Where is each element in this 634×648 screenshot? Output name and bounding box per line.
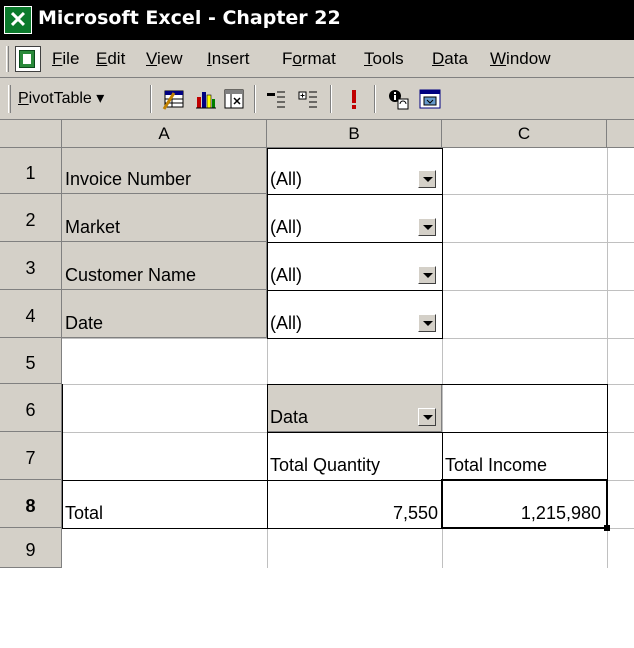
menu-window[interactable]: Window [490, 49, 550, 69]
menu-data[interactable]: Data [432, 49, 468, 69]
pivottable-menu-button[interactable]: PivotTable ▾ [18, 88, 104, 108]
menu-bar: File Edit View Insert Format Tools Data … [0, 40, 634, 78]
dropdown-arrow-icon[interactable] [418, 170, 436, 188]
toolbar-separator [330, 85, 332, 113]
column-header-c[interactable]: C [442, 120, 607, 148]
data-field-label: Data [270, 407, 309, 427]
page-field-value[interactable]: (All) [267, 194, 417, 242]
format-report-icon[interactable] [162, 87, 186, 111]
page-field-label: Customer Name [65, 265, 197, 285]
toolbar-separator [374, 85, 376, 113]
pivottable-toolbar: PivotTable ▾ [0, 78, 634, 120]
row-header-1[interactable]: 1 [0, 148, 62, 194]
column-header-d[interactable] [607, 120, 634, 148]
excel-app-icon[interactable]: ✕ [4, 6, 32, 34]
chevron-down-icon: ▾ [96, 90, 105, 107]
gridline [442, 194, 634, 195]
toolbar-separator [254, 85, 256, 113]
row-header-7[interactable]: 7 [0, 432, 62, 480]
dropdown-arrow-icon[interactable] [418, 266, 436, 284]
hide-detail-icon[interactable] [264, 87, 288, 111]
dropdown-arrow-icon[interactable] [418, 314, 436, 332]
window-title: Microsoft Excel - Chapter 22 [38, 7, 341, 29]
menu-tools[interactable]: Tools [364, 49, 404, 69]
row-header-2[interactable]: 2 [0, 194, 62, 242]
chart-wizard-icon[interactable] [194, 87, 218, 111]
pivot-border [62, 384, 63, 432]
header-total-quantity[interactable]: Total Quantity [267, 432, 442, 480]
workbook-icon[interactable] [15, 46, 41, 72]
refresh-data-icon[interactable] [342, 87, 366, 111]
column-header-b[interactable]: B [267, 120, 442, 148]
page-field-value[interactable]: (All) [267, 148, 417, 194]
row-header-5[interactable]: 5 [0, 338, 62, 384]
gridline [442, 242, 634, 243]
page-field-label: Market [65, 217, 121, 237]
worksheet-grid[interactable]: A B C 1 2 3 4 5 6 7 8 9 Invoice Number M… [0, 120, 634, 648]
total-quantity-value[interactable]: 7,550 [267, 480, 442, 528]
fill-handle[interactable] [604, 525, 610, 531]
page-field-value[interactable]: (All) [267, 290, 417, 338]
field-settings-icon[interactable] [386, 87, 410, 111]
toolbar-grip[interactable] [8, 85, 11, 113]
page-field-label: Date [65, 313, 104, 333]
page-field-label: Invoice Number [65, 169, 192, 189]
row-header-8[interactable]: 8 [0, 480, 62, 528]
page-field-value[interactable]: (All) [267, 242, 417, 290]
row-header-3[interactable]: 3 [0, 242, 62, 290]
menu-grip[interactable] [6, 46, 9, 72]
menu-edit[interactable]: Edit [96, 49, 125, 69]
header-total-income[interactable]: Total Income [442, 432, 607, 480]
menu-insert[interactable]: Insert [207, 49, 250, 69]
select-all-corner[interactable] [0, 120, 62, 148]
title-bar[interactable]: ✕ Microsoft Excel - Chapter 22 [0, 0, 634, 40]
row-header-6[interactable]: 6 [0, 384, 62, 432]
menu-file[interactable]: File [52, 49, 79, 69]
pivot-wizard-icon[interactable] [222, 87, 246, 111]
active-cell-selection[interactable] [441, 479, 608, 529]
menu-view[interactable]: View [146, 49, 183, 69]
gridline [442, 290, 634, 291]
column-header-a[interactable]: A [62, 120, 267, 148]
menu-format[interactable]: Format [282, 49, 336, 69]
row-header-9[interactable]: 9 [0, 528, 62, 568]
show-detail-icon[interactable] [296, 87, 320, 111]
row-header-4[interactable]: 4 [0, 290, 62, 338]
total-label[interactable]: Total [62, 480, 267, 528]
toolbar-separator [150, 85, 152, 113]
dropdown-arrow-icon[interactable] [418, 218, 436, 236]
dropdown-arrow-icon[interactable] [418, 408, 436, 426]
show-field-list-icon[interactable] [418, 87, 442, 111]
